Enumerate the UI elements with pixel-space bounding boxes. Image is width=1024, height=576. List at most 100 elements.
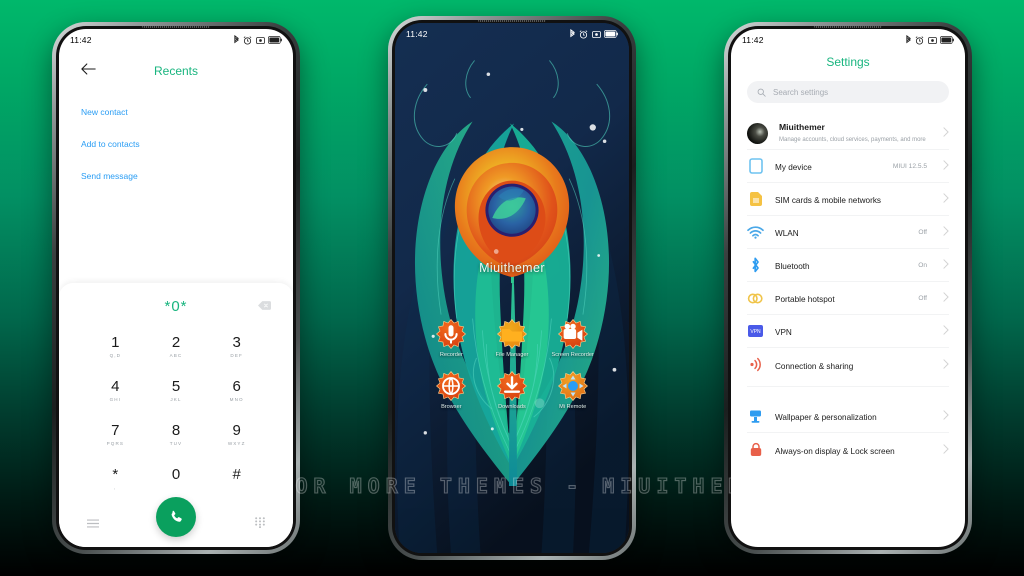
dialpad-key-hash[interactable]: # — [206, 457, 267, 501]
status-icons — [905, 35, 955, 45]
settings-row-label: Wallpaper & personalization — [775, 413, 877, 422]
settings-row-sim-cards-mobile-networks[interactable]: SIM cards & mobile networks — [747, 183, 949, 216]
app-recorder[interactable]: Recorder — [421, 319, 482, 359]
chevron-right-icon — [943, 256, 949, 274]
settings-row-label: VPN — [775, 328, 792, 337]
dialpad-key-number: 4 — [111, 378, 120, 395]
dialpad-key-number: 1 — [111, 334, 120, 351]
link-add-to-contacts[interactable]: Add to contacts — [81, 139, 271, 149]
dialpad-key-1[interactable]: 1 Q,D — [85, 325, 146, 369]
settings-row-label: WLAN — [775, 229, 799, 238]
dialpad-key-2[interactable]: 2 ABC — [146, 325, 207, 369]
app-mi-remote[interactable]: Mi Remote — [542, 370, 603, 411]
settings-row-wlan[interactable]: WLAN Off — [747, 216, 949, 249]
dialpad-key-letters: GHI — [109, 397, 122, 402]
settings-row-value: On — [918, 261, 927, 269]
settings-group-primary: Miuithemer Manage accounts, cloud servic… — [731, 117, 965, 381]
home-screen-label: Miuithemer — [479, 261, 545, 275]
settings-row-bluetooth[interactable]: Bluetooth On — [747, 249, 949, 282]
dialed-number: *0* — [164, 297, 188, 315]
recents-header: Recents — [59, 51, 293, 91]
app-file-manager[interactable]: File Manager — [482, 319, 543, 359]
app-grid[interactable]: Recorder File Manager Screen Recorder Brows… — [421, 319, 603, 411]
dialpad-key-6[interactable]: 6 MNO — [206, 369, 267, 413]
dialpad-key-8[interactable]: 8 TUV — [146, 413, 207, 457]
dialpad-key-letters: PQRS — [106, 441, 125, 446]
dialpad-key-star[interactable]: *, — [85, 457, 146, 501]
settings-row-text: WLAN — [775, 223, 907, 241]
dialpad-key-number: # — [232, 466, 241, 483]
globe-icon — [436, 370, 467, 401]
dialpad-key-7[interactable]: 7 PQRS — [85, 413, 146, 457]
settings-row-text: My device — [775, 157, 882, 175]
status-time: 11:42 — [742, 35, 764, 45]
settings-row-portable-hotspot[interactable]: Portable hotspot Off — [747, 282, 949, 315]
app-downloads[interactable]: Downloads — [482, 370, 543, 411]
settings-rows-secondary[interactable]: Wallpaper & personalization Always-on dis… — [747, 400, 949, 466]
alarm-icon — [243, 35, 252, 45]
dialpad-key-0[interactable]: 0 — [146, 457, 207, 501]
video-camera-icon — [557, 319, 588, 349]
wifi-icon — [747, 224, 764, 241]
dialpad-key-3[interactable]: 3 DEF — [206, 325, 267, 369]
dialpad-key-number: 9 — [232, 422, 241, 439]
settings-list: Miuithemer Manage accounts, cloud servic… — [731, 117, 965, 547]
dialpad-panel: *0* 1 Q,D 2 ABC 3 DEF 4 GHI 5 JKL 6 MNO 7 PQRS 8 TUV 9 WX… — [59, 283, 293, 547]
dialpad-key-5[interactable]: 5 JKL — [146, 369, 207, 413]
link-new-contact[interactable]: New contact — [81, 107, 271, 117]
settings-row-text: Always-on display & Lock screen — [775, 441, 916, 459]
bluetooth-icon — [905, 35, 911, 44]
back-arrow-icon[interactable] — [81, 62, 96, 80]
phone3-status-bar: 11:42 — [731, 29, 965, 51]
settings-row-value: Off — [918, 294, 927, 302]
link-send-message[interactable]: Send message — [81, 171, 271, 181]
settings-row-wallpaper-personalization[interactable]: Wallpaper & personalization — [747, 400, 949, 433]
dialpad-key-number: 7 — [111, 422, 120, 439]
settings-phone: 11:42 Settings Search settings Miuitheme… — [724, 22, 972, 554]
settings-row-my-device[interactable]: My device MIUI 12.5.5 — [747, 150, 949, 183]
settings-row-account[interactable]: Miuithemer Manage accounts, cloud servic… — [747, 117, 949, 150]
dialpad-key-4[interactable]: 4 GHI — [85, 369, 146, 413]
menu-icon[interactable] — [86, 515, 100, 533]
bluetooth-icon — [569, 29, 575, 38]
dialer-phone: 11:42 Recents New contact Add to contact… — [52, 22, 300, 554]
account-text: Miuithemer Manage accounts, cloud servic… — [779, 122, 932, 143]
screenshot-icon — [927, 36, 937, 44]
home-screen-phone: 11:42 Miuithemer Recorder File Manager Scr… — [388, 16, 636, 560]
chevron-right-icon — [943, 289, 949, 307]
settings-rows-primary[interactable]: My device MIUI 12.5.5 SIM cards & mobile n… — [747, 150, 949, 381]
settings-row-connection-sharing[interactable]: Connection & sharing — [747, 348, 949, 381]
download-arrow-icon — [496, 370, 527, 401]
chevron-right-icon — [943, 190, 949, 208]
settings-row-label: SIM cards & mobile networks — [775, 196, 882, 205]
remote-control-icon — [557, 370, 588, 401]
app-label: Browser — [441, 403, 462, 410]
status-icons — [233, 35, 283, 45]
chevron-right-icon — [943, 157, 949, 175]
settings-row-label: Portable hotspot — [775, 295, 835, 304]
backspace-icon[interactable] — [258, 297, 271, 315]
account-name: Miuithemer — [779, 122, 825, 133]
battery-icon — [604, 30, 618, 38]
call-button[interactable] — [156, 497, 196, 537]
recents-action-links: New contact Add to contacts Send message — [59, 91, 293, 181]
settings-row-text: SIM cards & mobile networks — [775, 190, 916, 208]
app-browser[interactable]: Browser — [421, 370, 482, 411]
dialpad-key-number: 6 — [232, 378, 241, 395]
app-label: Recorder — [439, 352, 463, 358]
settings-row-label: Always-on display & Lock screen — [775, 446, 895, 456]
search-input[interactable]: Search settings — [747, 81, 949, 103]
svg-text:VPN: VPN — [750, 329, 761, 335]
chevron-right-icon — [943, 223, 949, 241]
alarm-icon — [579, 29, 588, 39]
dialpad-key-9[interactable]: 9 WXYZ — [206, 413, 267, 457]
app-screen-recorder[interactable]: Screen Recorder — [542, 319, 603, 359]
keypad-icon[interactable] — [255, 515, 265, 533]
settings-row-always-on-display-lock-screen[interactable]: Always-on display & Lock screen — [747, 433, 949, 466]
search-icon — [757, 88, 766, 97]
earpiece-grille — [814, 26, 882, 28]
phone1-inner-bezel: 11:42 Recents New contact Add to contact… — [56, 26, 296, 550]
connection-sharing-icon — [747, 356, 764, 373]
settings-row-vpn[interactable]: VPN VPN — [747, 315, 949, 348]
dialpad-keys[interactable]: 1 Q,D 2 ABC 3 DEF 4 GHI 5 JKL 6 MNO 7 PQRS 8 TUV 9 WXYZ *,… — [59, 321, 293, 501]
